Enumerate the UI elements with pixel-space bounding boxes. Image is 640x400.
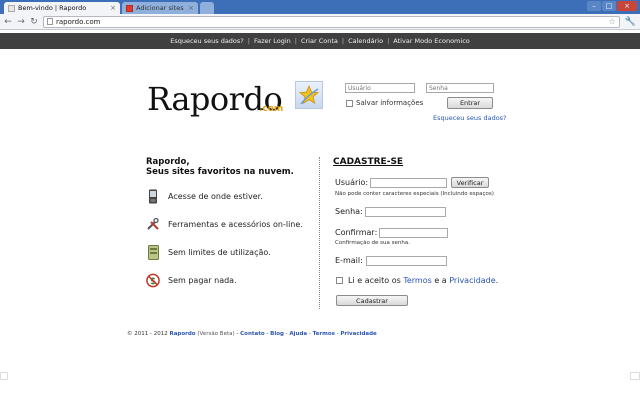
nav-create-account[interactable]: Criar Conta (301, 37, 338, 45)
terms-link[interactable]: Termos (403, 276, 431, 285)
terms-suffix: . (495, 276, 499, 285)
confirm-hint: Confirmação de sua senha. (335, 240, 410, 246)
status-corner-left (0, 372, 8, 380)
close-window-button[interactable]: × (617, 1, 637, 11)
feature-item: $ Sem pagar nada. (146, 272, 237, 288)
close-tab-icon[interactable]: × (110, 4, 116, 12)
phone-icon (146, 188, 160, 204)
signup-username-input[interactable] (370, 178, 447, 188)
back-icon[interactable]: ← (4, 17, 12, 27)
tab-title: Bem-vindo | Rapordo (18, 4, 87, 12)
top-navigation: Esqueceu seus dados? | Fazer Login | Cri… (0, 33, 640, 49)
footer-contact-link[interactable]: Contato (240, 331, 264, 337)
bookmark-star-icon[interactable]: ☆ (609, 17, 616, 26)
site-tagline: Rapordo, Seus sites favoritos na nuvem. (146, 157, 294, 177)
tab-adicionar[interactable]: Adicionar sites | andena - 1 × (122, 2, 198, 14)
footer-dash: - (266, 331, 269, 337)
footer-privacy-link[interactable]: Privacidade (340, 331, 376, 337)
nav-separator: | (387, 37, 390, 45)
nav-separator: | (247, 37, 250, 45)
site-favicon-icon (126, 4, 133, 12)
tagline-line-1: Rapordo, (146, 157, 190, 167)
tagline-line-2: Seus sites favoritos na nuvem. (146, 167, 294, 177)
nav-separator: | (294, 37, 297, 45)
footer-terms-link[interactable]: Termos (313, 331, 335, 337)
feature-text: Acesse de onde estiver. (168, 191, 263, 201)
login-username-input[interactable] (345, 83, 415, 93)
accept-terms-checkbox[interactable] (336, 277, 343, 284)
signup-submit-button[interactable]: Cadastrar (336, 295, 408, 306)
url-text[interactable]: rapordo.com (56, 18, 606, 26)
remember-checkbox[interactable] (346, 100, 353, 107)
tab-title: Adicionar sites | andena - 1 (136, 4, 185, 12)
signup-password-label: Senha: (335, 207, 363, 216)
footer-dash: - (285, 331, 288, 337)
privacy-link[interactable]: Privacidade (449, 276, 495, 285)
terms-prefix: Li e aceito os (348, 276, 401, 285)
feature-item: Acesse de onde estiver. (146, 188, 263, 204)
browser-tabstrip: Bem-vindo | Rapordo × Adicionar sites | … (0, 0, 640, 14)
page-icon (8, 4, 15, 12)
wrench-menu-icon[interactable]: 🔧 (625, 17, 636, 27)
terms-mid: e a (434, 276, 447, 285)
feature-text: Sem pagar nada. (168, 275, 237, 285)
feature-item: Sem limites de utilização. (146, 244, 271, 260)
nav-economy-mode[interactable]: Ativar Modo Economico (393, 37, 469, 45)
signup-email-input[interactable] (366, 256, 447, 266)
footer-blog-link[interactable]: Blog (270, 331, 284, 337)
status-corner-right (630, 372, 640, 380)
column-divider (319, 157, 320, 309)
storage-icon (146, 244, 160, 260)
signup-confirm-label: Confirmar: (335, 228, 378, 237)
maximize-button[interactable]: □ (602, 1, 616, 11)
reload-icon[interactable]: ↻ (30, 17, 38, 27)
new-tab-button[interactable] (200, 2, 214, 14)
signup-confirm-input[interactable] (379, 228, 448, 238)
no-money-icon: $ (146, 272, 160, 288)
footer-dash: - (336, 331, 339, 337)
footer-brand-link[interactable]: Rapordo (169, 331, 195, 337)
star-logo-icon (295, 81, 323, 109)
footer-help-link[interactable]: Ajuda (289, 331, 307, 337)
login-password-input[interactable] (426, 83, 494, 93)
browser-toolbar: ← → ↻ rapordo.com ☆ 🔧 (0, 14, 640, 30)
accept-terms-text: Li e aceito os Termos e a Privacidade. (348, 276, 498, 285)
address-bar[interactable]: rapordo.com ☆ (43, 15, 620, 28)
tab-rapordo[interactable]: Bem-vindo | Rapordo × (4, 2, 120, 14)
window-controls: – □ × (587, 1, 637, 11)
username-hint: Não pode conter caracteres especiais (In… (335, 191, 494, 197)
site-logo-suffix: .com (259, 104, 284, 114)
signup-username-label: Usuário: (335, 178, 369, 187)
verify-username-button[interactable]: Verificar (451, 177, 489, 188)
tools-icon (146, 216, 160, 232)
remember-label: Salvar informações (356, 99, 424, 107)
feature-item: Ferramentas e acessórios on-line. (146, 216, 303, 232)
nav-calendar[interactable]: Calendário (348, 37, 383, 45)
footer-dash: - (308, 331, 311, 337)
signup-password-input[interactable] (365, 207, 446, 217)
footer-dash: - (236, 331, 239, 337)
feature-text: Sem limites de utilização. (168, 247, 271, 257)
minimize-button[interactable]: – (587, 1, 601, 11)
signup-title: CADASTRE-SE (333, 157, 404, 167)
nav-separator: | (341, 37, 345, 45)
signup-email-label: E-mail: (335, 256, 363, 265)
nav-login[interactable]: Fazer Login (254, 37, 291, 45)
forgot-data-link[interactable]: Esqueceu seus dados? (433, 114, 507, 122)
close-tab-icon[interactable]: × (188, 4, 194, 12)
footer-copyright: © 2011 - 2012 (127, 331, 168, 337)
footer: © 2011 - 2012 Rapordo (Versão Beta) - Co… (127, 331, 377, 337)
feature-text: Ferramentas e acessórios on-line. (168, 219, 303, 229)
page-icon (47, 18, 53, 25)
footer-version: (Versão Beta) (197, 331, 235, 337)
login-submit-button[interactable]: Entrar (447, 97, 493, 109)
forward-icon[interactable]: → (17, 17, 25, 27)
nav-forgot-data[interactable]: Esqueceu seus dados? (170, 37, 244, 45)
